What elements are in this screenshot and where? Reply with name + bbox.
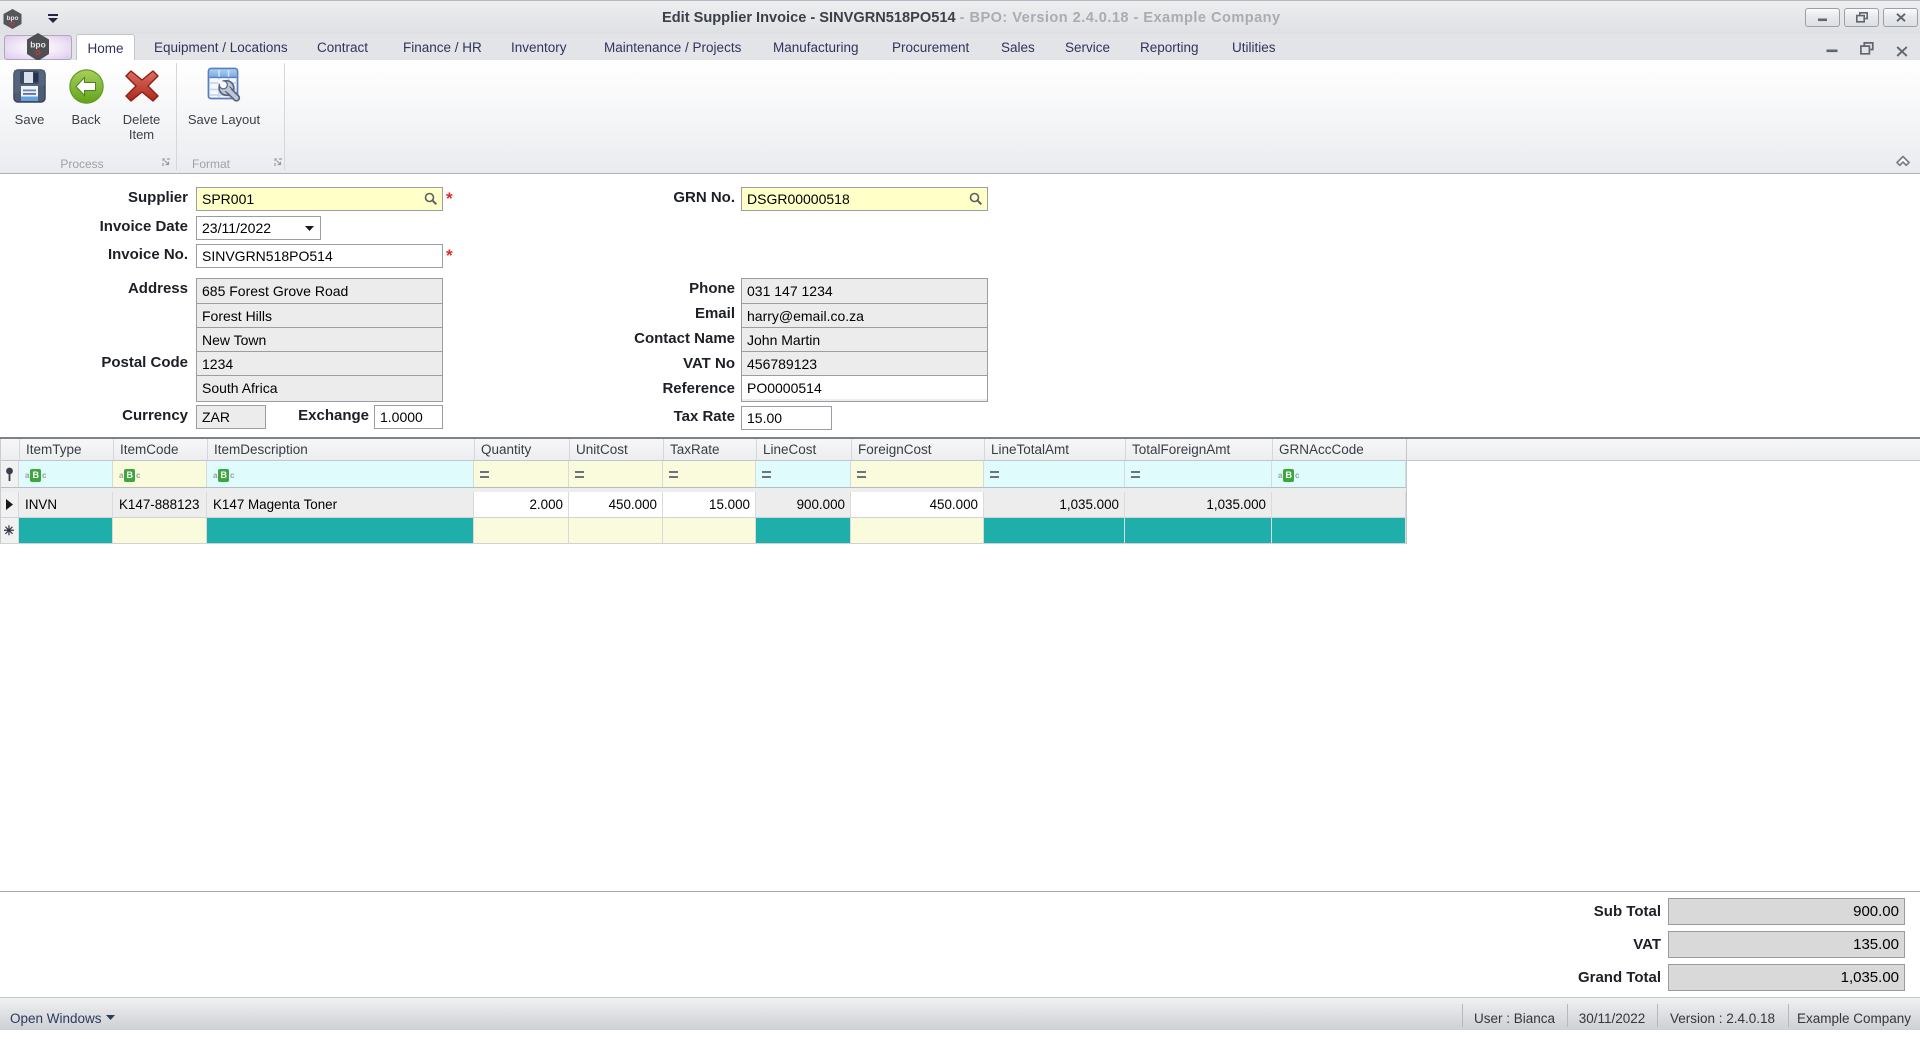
svg-text:bpo: bpo <box>30 40 46 50</box>
svg-text:bpo: bpo <box>7 15 19 22</box>
